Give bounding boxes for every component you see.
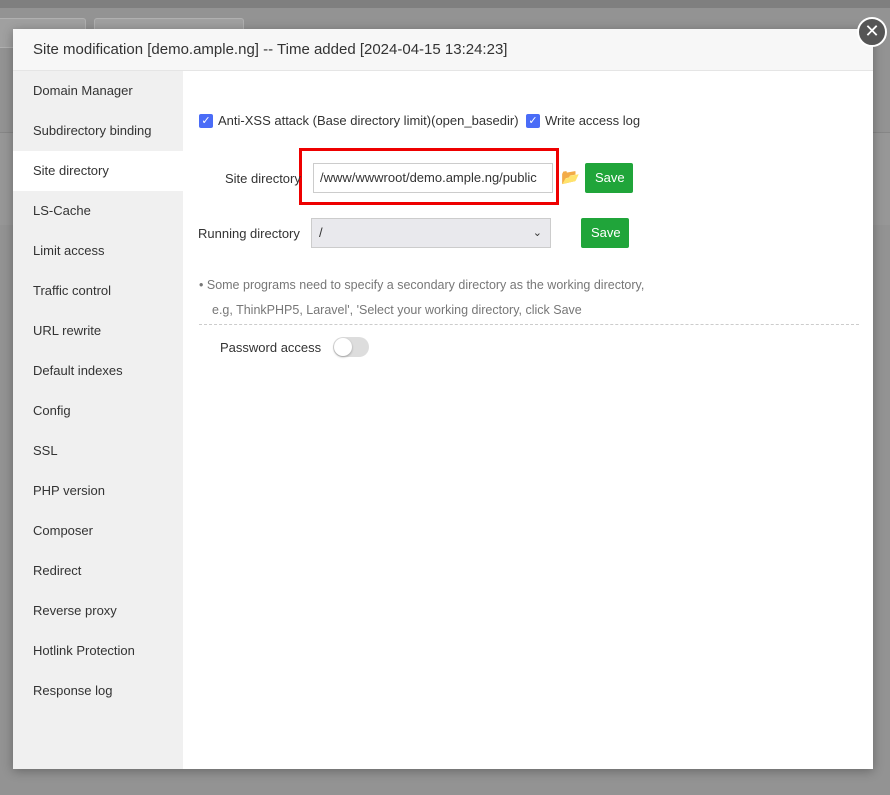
- anti-xss-label: Anti-XSS attack (Base directory limit)(o…: [218, 113, 519, 128]
- dialog-title: Site modification [demo.ample.ng] -- Tim…: [13, 29, 873, 71]
- divider: [199, 324, 859, 325]
- folder-open-icon[interactable]: 📂: [561, 168, 580, 186]
- sidebar-item-composer[interactable]: Composer: [13, 511, 183, 551]
- site-modification-dialog: Site modification [demo.ample.ng] -- Tim…: [13, 29, 873, 769]
- running-directory-label: Running directory: [198, 226, 300, 241]
- tip-line-1: • Some programs need to specify a second…: [199, 278, 645, 292]
- chevron-down-icon: ⌄: [532, 227, 542, 239]
- site-directory-label: Site directory: [225, 171, 301, 186]
- password-access-label: Password access: [220, 340, 322, 355]
- sidebar-item-redirect[interactable]: Redirect: [13, 551, 183, 591]
- access-log-label: Write access log: [545, 113, 641, 128]
- check-icon: ✓: [526, 113, 540, 128]
- anti-xss-checkbox[interactable]: ✓ Anti-XSS attack (Base directory limit)(…: [199, 113, 519, 128]
- tip-line-2: e.g, ThinkPHP5, Laravel', 'Select your w…: [212, 303, 582, 317]
- sidebar-item-domain-manager[interactable]: Domain Manager: [13, 71, 183, 111]
- check-icon: ✓: [199, 113, 213, 128]
- sidebar-item-limit-access[interactable]: Limit access: [13, 231, 183, 271]
- sidebar-item-ls-cache[interactable]: LS-Cache: [13, 191, 183, 231]
- password-access-toggle[interactable]: [333, 337, 369, 357]
- running-directory-select[interactable]: / ⌄: [311, 218, 551, 248]
- site-directory-input[interactable]: /www/wwwroot/demo.ample.ng/public: [313, 163, 553, 193]
- site-directory-save-button[interactable]: Save: [585, 163, 633, 193]
- main-panel: ✓ Anti-XSS attack (Base directory limit)(…: [183, 71, 873, 769]
- sidebar: Domain Manager Subdirectory binding Site…: [13, 71, 183, 769]
- close-icon[interactable]: ✕: [857, 17, 887, 47]
- sidebar-item-subdirectory-binding[interactable]: Subdirectory binding: [13, 111, 183, 151]
- sidebar-item-site-directory[interactable]: Site directory: [13, 151, 183, 191]
- sidebar-item-default-indexes[interactable]: Default indexes: [13, 351, 183, 391]
- sidebar-item-traffic-control[interactable]: Traffic control: [13, 271, 183, 311]
- sidebar-item-response-log[interactable]: Response log: [13, 671, 183, 711]
- sidebar-item-ssl[interactable]: SSL: [13, 431, 183, 471]
- sidebar-item-config[interactable]: Config: [13, 391, 183, 431]
- sidebar-item-reverse-proxy[interactable]: Reverse proxy: [13, 591, 183, 631]
- sidebar-item-url-rewrite[interactable]: URL rewrite: [13, 311, 183, 351]
- sidebar-item-hotlink-protection[interactable]: Hotlink Protection: [13, 631, 183, 671]
- sidebar-item-php-version[interactable]: PHP version: [13, 471, 183, 511]
- access-log-checkbox[interactable]: ✓ Write access log: [526, 113, 640, 128]
- tip-text-1: Some programs need to specify a secondar…: [206, 278, 645, 292]
- running-directory-value: /: [319, 225, 323, 240]
- running-directory-save-button[interactable]: Save: [581, 218, 629, 248]
